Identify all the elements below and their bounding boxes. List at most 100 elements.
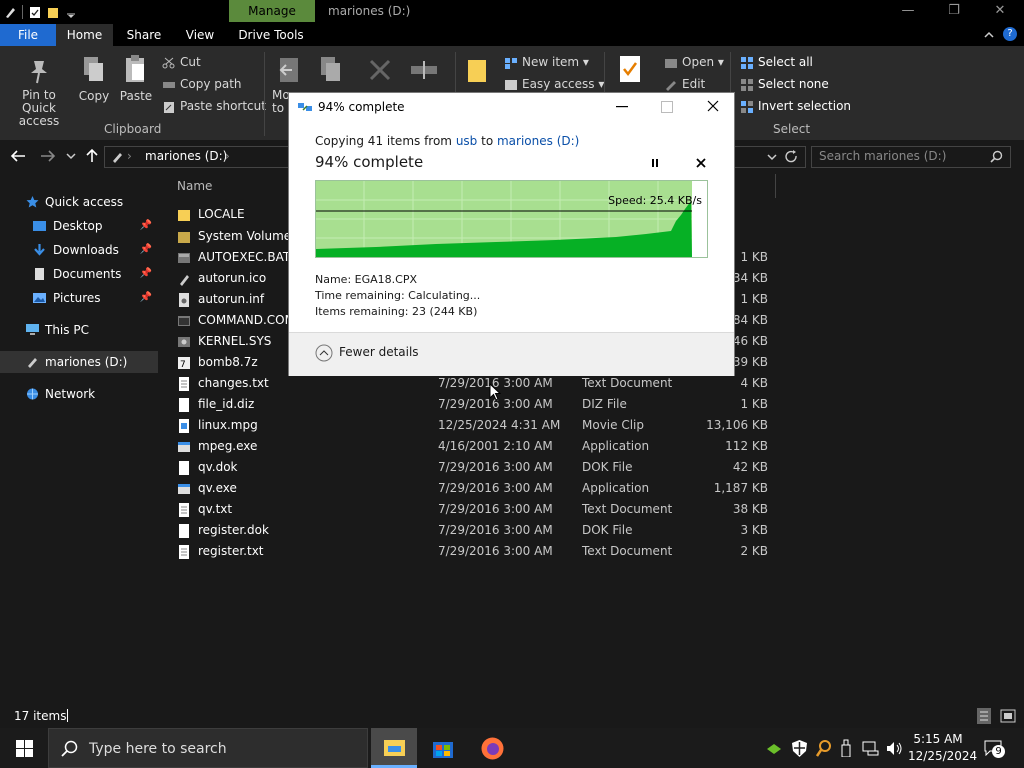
copy-button[interactable]: Copy: [78, 89, 110, 103]
close-button[interactable]: ✕: [977, 0, 1023, 24]
taskbar-file-explorer[interactable]: [371, 728, 417, 768]
pin-icon: 📌: [139, 220, 152, 231]
file-size: 2 KB: [740, 544, 768, 558]
column-divider[interactable]: [775, 174, 776, 198]
usb-device-icon[interactable]: [841, 739, 851, 757]
pause-icon[interactable]: [650, 158, 660, 168]
svg-text:7: 7: [180, 360, 186, 370]
nav-desktop[interactable]: Desktop 📌: [0, 215, 158, 237]
nav-this-pc[interactable]: This PC: [0, 319, 158, 341]
dialog-close-icon[interactable]: [707, 100, 719, 112]
search-icon[interactable]: [990, 150, 1003, 163]
nav-downloads[interactable]: Downloads 📌: [0, 239, 158, 261]
up-arrow-icon[interactable]: [85, 148, 99, 163]
search-box[interactable]: Search mariones (D:): [811, 146, 1011, 168]
file-row[interactable]: changes.txt 7/29/2016 3:00 AM Text Documen…: [158, 373, 1024, 394]
properties-icon[interactable]: [29, 6, 41, 19]
address-dropdown-icon[interactable]: [767, 152, 777, 162]
nav-documents[interactable]: Documents 📌: [0, 263, 158, 285]
nav-mariones-drive[interactable]: mariones (D:): [0, 351, 158, 373]
manage-contextual-tab[interactable]: Manage: [229, 0, 315, 22]
file-row[interactable]: qv.txt 7/29/2016 3:00 AM Text Document 38 K…: [158, 499, 1024, 520]
microsoft-store-icon[interactable]: [432, 738, 454, 759]
file-row[interactable]: file_id.diz 7/29/2016 3:00 AM DIZ File 1 KB: [158, 394, 1024, 415]
file-row[interactable]: qv.exe 7/29/2016 3:00 AM Application 1,187 …: [158, 478, 1024, 499]
nav-pictures[interactable]: Pictures 📌: [0, 287, 158, 309]
file-size: 38 KB: [732, 502, 768, 516]
help-icon[interactable]: ?: [1003, 27, 1017, 41]
recent-locations-chevron-icon[interactable]: [66, 151, 76, 161]
taskbar-clock[interactable]: 5:15 AM 12/25/2024: [908, 731, 977, 767]
paste-shortcut-button[interactable]: Paste shortcut: [162, 99, 266, 113]
source-link[interactable]: usb: [456, 134, 477, 148]
windows-security-icon[interactable]: [792, 740, 807, 757]
dialog-maximize-icon[interactable]: [661, 101, 673, 113]
notification-count-badge: 9: [992, 745, 1005, 758]
network-icon: [27, 388, 38, 400]
details-view-icon[interactable]: [977, 708, 991, 724]
back-arrow-icon[interactable]: [10, 149, 26, 163]
detail-time: Time remaining: Calculating...: [315, 288, 480, 304]
file-row[interactable]: qv.dok 7/29/2016 3:00 AM DOK File 42 KB: [158, 457, 1024, 478]
new-folder-large-icon[interactable]: [466, 56, 488, 86]
destination-link[interactable]: mariones (D:): [497, 134, 579, 148]
notification-center-icon[interactable]: 9: [984, 740, 1006, 758]
tab-drive-tools[interactable]: Drive Tools: [232, 24, 310, 46]
select-all-button[interactable]: Select all: [740, 55, 813, 69]
maximize-button[interactable]: ❐: [931, 0, 977, 24]
open-button[interactable]: Open ▾: [664, 55, 724, 69]
file-row[interactable]: linux.mpg 12/25/2024 4:31 AM Movie Clip 13,…: [158, 415, 1024, 436]
breadcrumb-chevron-icon[interactable]: ›: [127, 149, 132, 163]
nav-quick-access[interactable]: Quick access: [0, 191, 158, 213]
volume-icon[interactable]: [886, 741, 904, 756]
copy-path-button[interactable]: Copy path: [162, 77, 242, 91]
search-tool-icon[interactable]: [816, 740, 831, 757]
minimize-button[interactable]: —: [885, 0, 931, 24]
cut-button[interactable]: Cut: [162, 55, 201, 69]
file-date: 7/29/2016 3:00 AM: [438, 481, 553, 495]
windows-start-icon[interactable]: [16, 740, 33, 757]
delete-icon[interactable]: [368, 58, 392, 82]
tab-share[interactable]: Share: [116, 24, 172, 46]
tab-view[interactable]: View: [174, 24, 226, 46]
refresh-icon[interactable]: [785, 150, 798, 163]
invert-selection-icon: [741, 100, 753, 113]
invert-selection-button[interactable]: Invert selection: [740, 99, 851, 113]
file-name: KERNEL.SYS: [198, 334, 272, 348]
dialog-minimize-icon[interactable]: [616, 106, 628, 108]
paste-button[interactable]: Paste: [118, 89, 154, 103]
copy-path-icon: [163, 81, 175, 88]
tray-network-activity-icon[interactable]: [766, 740, 782, 756]
firefox-icon[interactable]: [481, 737, 504, 760]
file-row[interactable]: register.dok 7/29/2016 3:00 AM DOK File 3 K…: [158, 520, 1024, 541]
tab-file[interactable]: File: [0, 24, 56, 46]
breadcrumb-current[interactable]: mariones (D:): [145, 149, 227, 163]
pin-to-quick-access-button[interactable]: Pin to Quick access: [4, 89, 74, 128]
properties-large-icon[interactable]: [617, 54, 643, 86]
edit-button[interactable]: Edit: [664, 77, 705, 91]
download-arrow-icon: [34, 244, 45, 256]
desktop-icon: [33, 221, 46, 231]
customize-dropdown-icon[interactable]: [65, 6, 77, 19]
rename-icon[interactable]: [410, 58, 438, 82]
column-header-name[interactable]: Name: [177, 179, 212, 193]
cancel-copy-icon[interactable]: [696, 158, 706, 168]
easy-access-button[interactable]: Easy access ▾: [504, 77, 604, 91]
select-none-button[interactable]: Select none: [740, 77, 829, 91]
time-value: Calculating...: [408, 289, 481, 302]
dialog-titlebar[interactable]: 94% complete: [289, 93, 734, 121]
new-folder-icon[interactable]: [47, 6, 59, 19]
network-wired-icon[interactable]: [862, 741, 880, 756]
file-icon: [179, 524, 189, 538]
nav-network[interactable]: Network: [0, 383, 158, 405]
taskbar-search[interactable]: Type here to search: [48, 728, 368, 768]
file-row[interactable]: register.txt 7/29/2016 3:00 AM Text Docume…: [158, 541, 1024, 562]
file-type: DOK File: [582, 523, 633, 537]
forward-arrow-icon[interactable]: [40, 149, 56, 163]
file-row[interactable]: mpeg.exe 4/16/2001 2:10 AM Application 112 …: [158, 436, 1024, 457]
breadcrumb-chevron-icon[interactable]: ›: [225, 149, 230, 163]
tab-home[interactable]: Home: [56, 24, 113, 46]
new-item-button[interactable]: New item ▾: [504, 55, 589, 69]
collapse-ribbon-icon[interactable]: [983, 29, 995, 41]
large-icons-view-icon[interactable]: [1000, 709, 1016, 723]
